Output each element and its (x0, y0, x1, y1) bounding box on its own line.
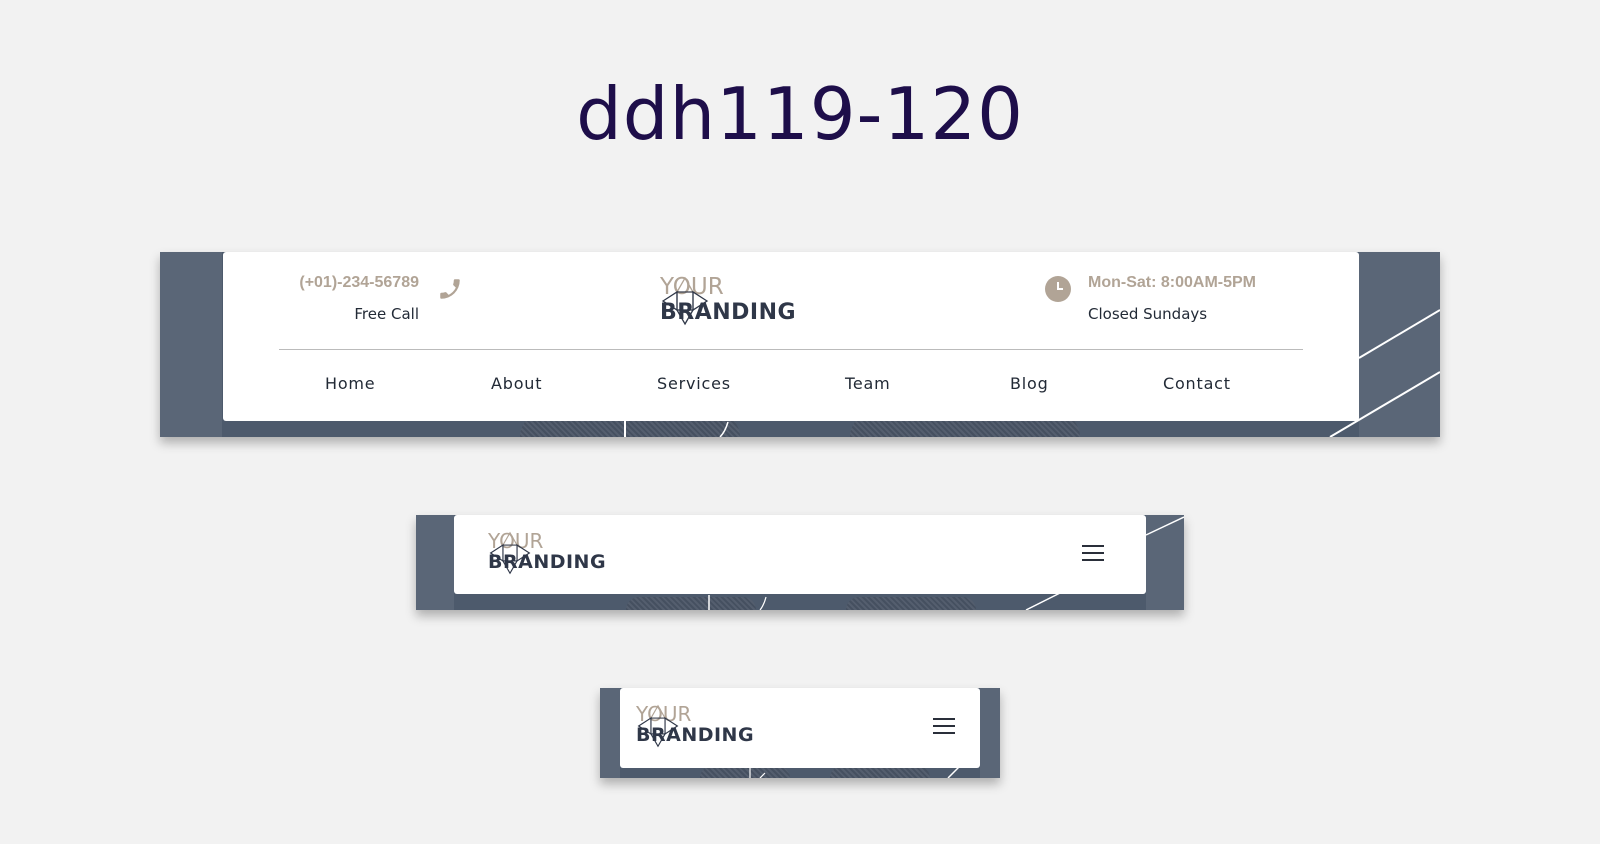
nav-item-blog[interactable]: Blog (1010, 374, 1049, 393)
header-medium-card: YOUR BRANDING (454, 515, 1146, 594)
main-nav: Home About Services Team Blog Contact (223, 374, 1359, 394)
nav-item-services[interactable]: Services (657, 374, 731, 393)
header-medium-backdrop: YOUR BRANDING (416, 515, 1184, 610)
header-divider (279, 349, 1303, 350)
brand-logo[interactable]: YOUR BRANDING (660, 276, 796, 326)
header-large-backdrop: (+01)-234-56789 Free Call YOUR BRANDING (160, 252, 1440, 437)
phone-contact[interactable]: (+01)-234-56789 Free Call (279, 274, 419, 323)
nav-item-contact[interactable]: Contact (1163, 374, 1231, 393)
nav-item-team[interactable]: Team (845, 374, 891, 393)
hours-sub-label: Closed Sundays (1088, 305, 1208, 323)
hamburger-menu-icon[interactable] (933, 718, 955, 734)
brand-logo[interactable]: YOUR BRANDING (488, 531, 606, 575)
nav-item-about[interactable]: About (491, 374, 542, 393)
page-title: ddh119-120 (576, 72, 1024, 156)
header-small-card: YOUR BRANDING (620, 688, 980, 768)
logo-diamond-icon (489, 531, 531, 575)
phone-sub-label: Free Call (354, 305, 419, 323)
logo-diamond-icon (637, 704, 679, 748)
logo-diamond-icon (661, 276, 709, 326)
phone-number[interactable]: (+01)-234-56789 (279, 274, 419, 292)
nav-item-home[interactable]: Home (325, 374, 375, 393)
hours-text: Mon-Sat: 8:00AM-5PM (1088, 274, 1257, 291)
opening-hours: Mon-Sat: 8:00AM-5PM Closed Sundays (1088, 274, 1256, 323)
header-small-backdrop: YOUR BRANDING (600, 688, 1000, 778)
hamburger-menu-icon[interactable] (1082, 545, 1104, 561)
brand-logo[interactable]: YOUR BRANDING (636, 704, 754, 748)
header-large-card: (+01)-234-56789 Free Call YOUR BRANDING (223, 252, 1359, 421)
